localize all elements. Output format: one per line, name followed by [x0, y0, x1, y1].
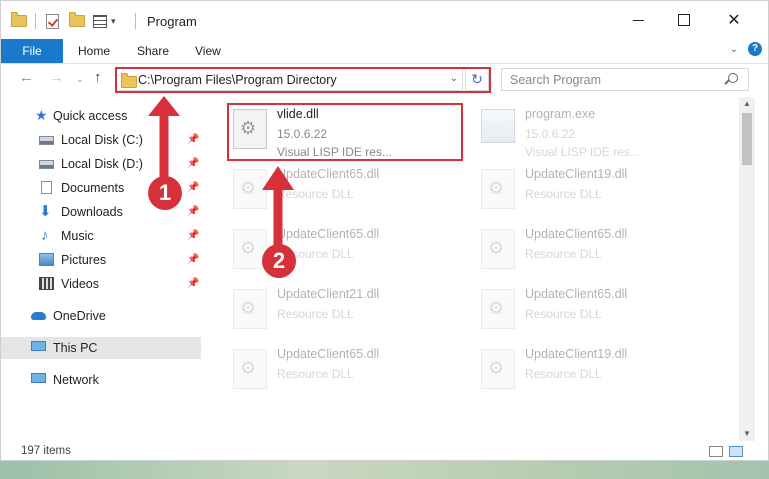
arrowhead-1: [148, 96, 180, 116]
callout-1: 1: [148, 176, 182, 210]
annotation-arrows: [148, 96, 294, 253]
arrowhead-2: [262, 166, 294, 190]
callout-2: 2: [262, 244, 296, 278]
